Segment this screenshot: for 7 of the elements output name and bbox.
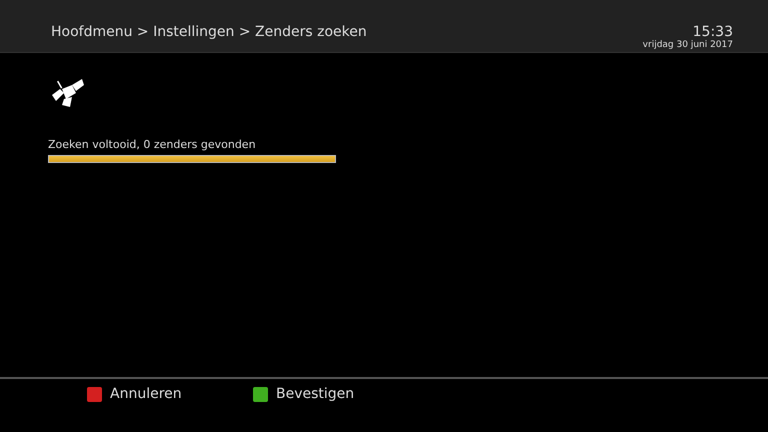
- date-text: vrijdag 30 juni 2017: [642, 40, 733, 50]
- confirm-button[interactable]: Bevestigen: [253, 386, 419, 402]
- satellite-icon: [50, 79, 86, 109]
- scan-status: Zoeken voltooid, 0 zenders gevonden: [48, 138, 257, 151]
- breadcrumb: Hoofdmenu > Instellingen > Zenders zoeken: [51, 24, 367, 40]
- clock-time: 15:33: [692, 24, 733, 40]
- cancel-button[interactable]: Annuleren: [87, 386, 253, 402]
